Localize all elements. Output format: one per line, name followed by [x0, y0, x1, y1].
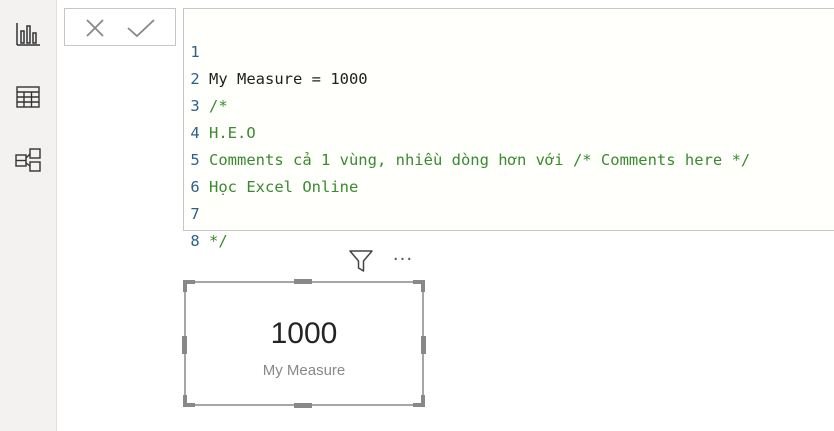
- check-icon: [127, 19, 155, 38]
- resize-handle-bottom-right[interactable]: [421, 395, 425, 407]
- code-line: 4 Comments cả 1 vùng, nhiều dòng hơn với…: [184, 93, 750, 169]
- report-view-button[interactable]: [10, 16, 46, 52]
- model-icon: [15, 148, 41, 172]
- formula-commit-bar: [64, 8, 176, 46]
- line-number: 8: [190, 232, 200, 250]
- left-view-rail: [0, 0, 57, 431]
- code-line: 6: [184, 147, 221, 196]
- card-value: 1000: [270, 317, 338, 350]
- comment-text: Học Excel Online: [209, 178, 359, 196]
- filter-icon: [349, 250, 373, 272]
- card-label: My Measure: [262, 362, 346, 379]
- table-icon: [16, 86, 40, 108]
- resize-handle-left[interactable]: [182, 336, 187, 354]
- more-options-button[interactable]: ···: [388, 250, 418, 272]
- code-line: 1 My Measure = 1000: [184, 12, 367, 88]
- resize-handle-top-right[interactable]: [421, 280, 425, 292]
- code-line: 2 /*: [184, 39, 227, 115]
- resize-handle-top-left[interactable]: [183, 280, 187, 292]
- card-visual[interactable]: 1000 My Measure: [182, 279, 426, 408]
- code-line: 3 H.E.O: [184, 66, 255, 142]
- data-view-button[interactable]: [10, 79, 46, 115]
- cancel-button[interactable]: [81, 14, 109, 42]
- resize-handle-bottom-left[interactable]: [183, 395, 187, 407]
- bar-chart-icon: [16, 23, 40, 46]
- code-line: 8: [184, 201, 221, 250]
- code-text: My Measure = 1000: [209, 70, 368, 88]
- resize-handle-bottom[interactable]: [294, 403, 312, 408]
- close-icon: [86, 19, 104, 37]
- visual-filter-button[interactable]: [347, 248, 375, 274]
- resize-handle-top[interactable]: [294, 279, 312, 284]
- commit-button[interactable]: [125, 14, 157, 42]
- code-line: 7 */: [184, 174, 227, 250]
- code-line: 5 Học Excel Online: [184, 120, 358, 196]
- comment-text: Comments cả 1 vùng, nhiều dòng hơn với /…: [209, 151, 751, 169]
- model-view-button[interactable]: [10, 142, 46, 178]
- dax-formula-editor[interactable]: 1 My Measure = 1000 2 /* 3 H.E.O 4 Comme…: [183, 8, 834, 250]
- resize-handle-right[interactable]: [421, 336, 426, 354]
